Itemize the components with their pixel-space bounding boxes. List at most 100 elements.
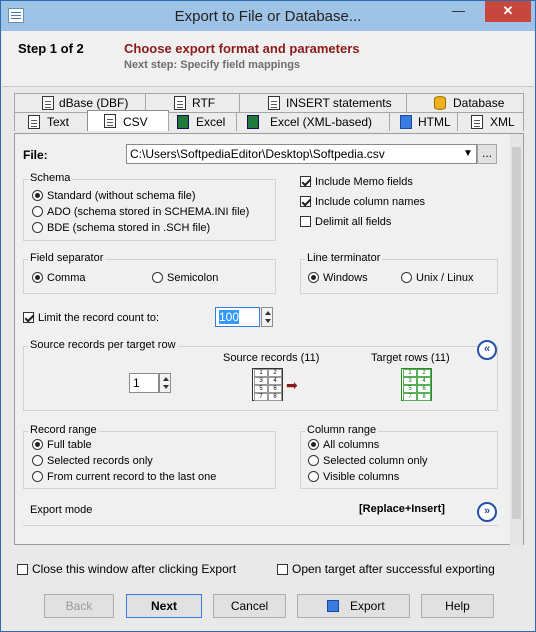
terminator-unix[interactable]: Unix / Linux xyxy=(401,272,473,284)
tab-html[interactable]: HTML xyxy=(389,112,458,131)
tab-label: Database xyxy=(453,96,505,110)
radio-off[interactable] xyxy=(32,455,43,466)
records-per-row-spinner[interactable] xyxy=(159,373,171,393)
record-range-from-current[interactable]: From current record to the last one xyxy=(32,471,216,483)
group-title: Field separator xyxy=(28,252,106,264)
radio-on[interactable] xyxy=(308,272,319,283)
page-icon xyxy=(42,96,54,110)
tab-label: Excel (XML-based) xyxy=(270,115,373,129)
group-title: Column range xyxy=(305,424,379,436)
target-rows-grid-icon: 1 2 3 4 5 6 7 8 xyxy=(401,368,432,401)
radio-on[interactable] xyxy=(32,439,43,450)
record-range-selected[interactable]: Selected records only xyxy=(32,455,153,467)
page-icon xyxy=(268,96,280,110)
tab-insert-statements[interactable]: INSERT statements xyxy=(239,93,407,112)
separator-semicolon[interactable]: Semicolon xyxy=(152,272,218,284)
record-limit-spinner[interactable] xyxy=(261,307,273,327)
export-mode-value: [Replace+Insert] xyxy=(359,503,445,515)
radio-off[interactable] xyxy=(308,455,319,466)
tab-label: Excel xyxy=(196,115,226,129)
separator-comma[interactable]: Comma xyxy=(32,272,86,284)
tab-excel[interactable]: Excel xyxy=(168,112,237,131)
tab-label: RTF xyxy=(192,96,216,110)
next-button[interactable]: Next xyxy=(126,594,202,618)
title-bar[interactable]: Export to File or Database... — ✕ xyxy=(1,1,535,31)
tab-database[interactable]: Database xyxy=(406,93,524,112)
page-icon xyxy=(104,114,116,128)
vertical-scrollbar[interactable] xyxy=(510,134,523,546)
export-dialog: Export to File or Database... — ✕ Step 1… xyxy=(0,0,536,632)
scrollbar-thumb[interactable] xyxy=(512,147,521,519)
group-title: Record range xyxy=(28,424,99,436)
back-button[interactable]: Back xyxy=(44,594,114,618)
source-records-label: Source records (11) xyxy=(223,352,320,364)
record-limit-input[interactable]: 100 xyxy=(215,307,260,327)
column-range-visible[interactable]: Visible columns xyxy=(308,471,399,483)
checkbox-checked[interactable] xyxy=(23,312,34,323)
radio-off[interactable] xyxy=(308,471,319,482)
terminator-windows[interactable]: Windows xyxy=(308,272,368,284)
target-rows-label: Target rows (11) xyxy=(371,352,450,364)
step-indicator: Step 1 of 2 xyxy=(18,41,84,56)
radio-off[interactable] xyxy=(32,471,43,482)
checkbox-unchecked[interactable] xyxy=(17,564,28,575)
export-button[interactable]: Export xyxy=(297,594,410,618)
group-title: Schema xyxy=(28,172,73,184)
collapse-icon[interactable]: « xyxy=(477,340,497,360)
column-range-selected[interactable]: Selected column only xyxy=(308,455,428,467)
radio-on[interactable] xyxy=(308,439,319,450)
close-after-export-checkbox[interactable]: Close this window after clicking Export xyxy=(17,562,236,576)
minimize-button[interactable]: — xyxy=(445,1,472,22)
step-heading: Choose export format and parameters xyxy=(124,41,360,56)
limit-record-count-checkbox[interactable]: Limit the record count to: xyxy=(23,312,159,324)
checkbox-unchecked[interactable] xyxy=(277,564,288,575)
open-target-checkbox[interactable]: Open target after successful exporting xyxy=(277,562,495,576)
schema-option-standard[interactable]: Standard (without schema file) xyxy=(32,190,196,202)
group-title: Source records per target row xyxy=(28,339,178,351)
page-icon xyxy=(174,96,186,110)
page-icon xyxy=(28,115,40,129)
schema-option-bde[interactable]: BDE (schema stored in .SCH file) xyxy=(32,222,210,234)
arrow-right-icon: ➡ xyxy=(286,377,298,393)
checkbox-unchecked[interactable] xyxy=(300,216,311,227)
include-column-names-checkbox[interactable]: Include column names xyxy=(300,196,425,208)
checkbox-checked[interactable] xyxy=(300,176,311,187)
excel-icon xyxy=(247,115,259,129)
checkbox-checked[interactable] xyxy=(300,196,311,207)
tab-label: HTML xyxy=(418,115,451,129)
delimit-all-fields-checkbox[interactable]: Delimit all fields xyxy=(300,216,391,228)
records-per-row-input[interactable]: 1 xyxy=(129,373,159,393)
database-icon xyxy=(434,96,446,110)
record-range-full-table[interactable]: Full table xyxy=(32,439,92,451)
file-path-input[interactable]: C:\Users\SoftpediaEditor\Desktop\Softped… xyxy=(126,144,477,164)
next-step-hint: Next step: Specify field mappings xyxy=(124,59,301,71)
tab-label: CSV xyxy=(123,115,148,129)
schema-option-ado[interactable]: ADO (schema stored in SCHEMA.INI file) xyxy=(32,206,249,218)
chevron-down-icon[interactable]: ▼ xyxy=(463,148,473,159)
radio-on[interactable] xyxy=(32,190,43,201)
tab-csv[interactable]: CSV xyxy=(87,110,169,131)
radio-off[interactable] xyxy=(32,206,43,217)
source-records-grid-icon: 1 2 3 4 5 6 7 8 xyxy=(252,368,283,401)
cancel-button[interactable]: Cancel xyxy=(213,594,286,618)
tab-label: INSERT statements xyxy=(286,96,392,110)
include-memo-checkbox[interactable]: Include Memo fields xyxy=(300,176,413,188)
tab-excel-xml[interactable]: Excel (XML-based) xyxy=(236,112,390,131)
browse-button[interactable]: ... xyxy=(477,144,497,164)
help-button[interactable]: Help xyxy=(421,594,494,618)
format-tabs-bottom: Text CSV Excel Excel (XML-based) HTML XM… xyxy=(14,110,524,131)
tab-text[interactable]: Text xyxy=(14,112,88,131)
expand-icon[interactable]: » xyxy=(477,502,497,522)
column-range-all[interactable]: All columns xyxy=(308,439,379,451)
file-label: File: xyxy=(23,148,48,162)
radio-on[interactable] xyxy=(32,272,43,283)
export-icon xyxy=(327,600,339,612)
tab-xml[interactable]: XML xyxy=(457,112,524,131)
radio-off[interactable] xyxy=(401,272,412,283)
radio-off[interactable] xyxy=(152,272,163,283)
close-button[interactable]: ✕ xyxy=(485,1,531,22)
radio-off[interactable] xyxy=(32,222,43,233)
group-title: Line terminator xyxy=(305,252,383,264)
page-icon xyxy=(471,115,483,129)
wizard-header: Step 1 of 2 Choose export format and par… xyxy=(2,31,534,87)
